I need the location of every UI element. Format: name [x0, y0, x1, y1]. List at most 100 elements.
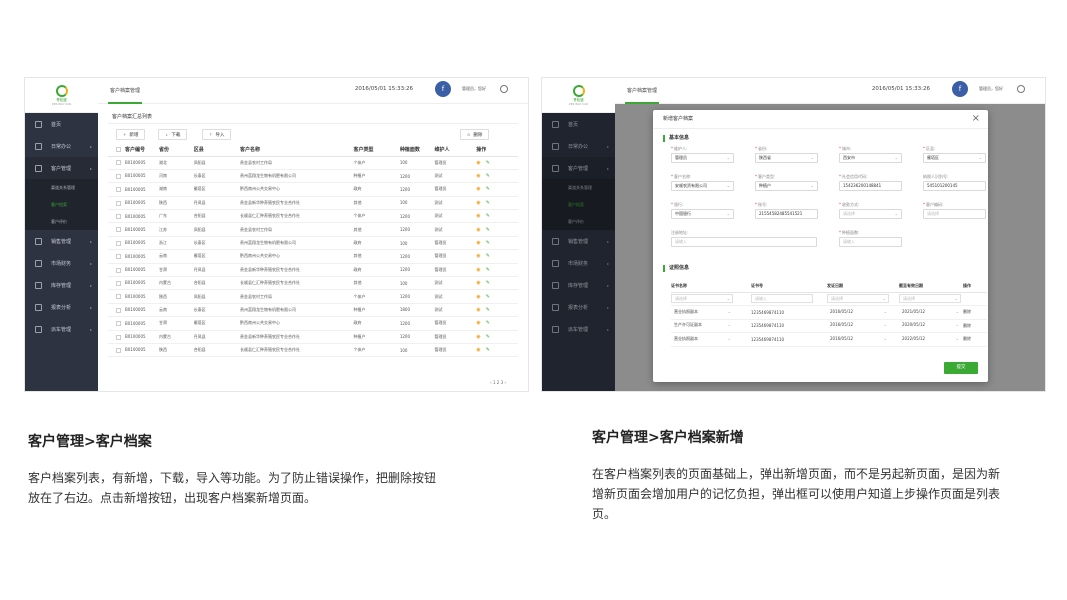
cert-number-input[interactable]: 请输入 [751, 294, 813, 304]
edit-icon[interactable]: ✎ [486, 227, 490, 233]
select-field[interactable]: 雁塔区 ⌄ [923, 153, 986, 163]
edit-icon[interactable]: ✎ [486, 240, 490, 246]
select-field[interactable]: 中国银行 ⌄ [671, 209, 734, 219]
sidebar-item-4[interactable]: 市场财务 ▸ [25, 252, 98, 274]
select-field[interactable]: 安顺农资有限公司 ⌄ [671, 181, 734, 191]
avatar[interactable]: f [952, 81, 968, 97]
edit-icon[interactable]: ✎ [486, 267, 490, 273]
edit-icon[interactable]: ✎ [486, 280, 490, 286]
edit-icon[interactable]: ✎ [486, 186, 490, 192]
edit-icon[interactable]: ✎ [486, 173, 490, 179]
cert-select[interactable]: 请选择 ⌄ [827, 294, 889, 304]
text-field[interactable]: 请输入 [839, 237, 902, 247]
date-picker[interactable]: 2020/05/12 ⌄ [899, 321, 961, 330]
edit-icon[interactable]: ✎ [486, 160, 490, 166]
table-row[interactable]: B0100005 内蒙古 合阳县 长顺县仁汇种养殖农民专业合作社 其他 100 测试 ◉ ✎ [108, 276, 518, 291]
row-checkbox[interactable] [116, 307, 121, 313]
select-all-checkbox[interactable] [116, 147, 121, 153]
table-row[interactable]: B0100005 云南 长泰区 贵州蓝翔龙生物有机肥有限公司 种植户 1800 测试 ◉ ✎ [108, 303, 518, 318]
edit-icon[interactable]: ✎ [486, 213, 490, 219]
cert-name-select[interactable]: 营业执照副本 ⌄ [671, 335, 733, 344]
select-field[interactable]: 陕西省 ⌄ [755, 153, 818, 163]
submenu-item[interactable]: 客户评价 [25, 213, 98, 230]
cert-delete-link[interactable]: 删除 [963, 323, 971, 328]
cert-select[interactable]: 请选择 ⌄ [671, 294, 733, 304]
row-checkbox[interactable] [116, 214, 121, 219]
cert-row[interactable]: 生产许可证副本 ⌄ 1235469874110 2016/05/12 ⌄ 2020/05/… [671, 319, 987, 333]
table-row[interactable]: B0100005 云南 雁塔区 黔西南州公共交易中心 其他 1200 管理员 ◉ ✎ [108, 249, 518, 264]
avatar[interactable]: f [435, 81, 451, 97]
close-icon[interactable]: × [972, 113, 980, 125]
sidebar-item-0[interactable]: 首页 [25, 113, 98, 135]
edit-icon[interactable]: ✎ [486, 294, 490, 300]
download-button[interactable]: ↓ 下载 [158, 129, 188, 140]
edit-icon[interactable]: ✎ [486, 200, 490, 206]
cert-name-select[interactable]: 生产许可证副本 ⌄ [671, 321, 733, 330]
submenu-item[interactable]: 渠道关系管理 [25, 179, 98, 196]
table-row[interactable]: B0100005 湖南 雁塔区 黔西南州公共交易中心 政府 1200 管理员 ◉ ✎ [108, 182, 518, 197]
table-row[interactable]: B0100005 河南 长泰区 贵州蓝翔龙生物有机肥有限公司 种植户 1200 测试 ◉ ✎ [108, 169, 518, 184]
select-field[interactable]: 管理员 ⌄ [671, 153, 734, 163]
table-row[interactable]: B0100005 湖北 凤阳县 贵金县农村工作局 个体户 100 管理员 ◉ ✎ [108, 156, 518, 170]
edit-icon[interactable]: ✎ [486, 347, 490, 353]
edit-icon[interactable]: ✎ [486, 253, 490, 259]
select-field[interactable]: 西安市 ⌄ [839, 153, 902, 163]
sidebar-item-1[interactable]: 日常办公 ▸ [25, 135, 98, 157]
row-checkbox[interactable] [116, 294, 121, 300]
table-row[interactable]: B0100005 江苏 凤阳县 贵金县农村工作局 其他 1200 测试 ◉ ✎ [108, 222, 518, 237]
sidebar-item-2[interactable]: 客户管理 ▸ [25, 157, 98, 179]
table-row[interactable]: B0100005 浙江 长泰区 贵州蓝翔龙生物有机肥有限公司 政府 100 管理员 ◉ ✎ [108, 236, 518, 251]
power-icon[interactable] [1017, 85, 1025, 93]
row-checkbox[interactable] [116, 321, 121, 327]
row-checkbox[interactable] [116, 173, 121, 179]
table-row[interactable]: B0100005 陕西 丹凤县 贵金县新华种养殖农民专业合作社 其他 100 测试 ◉ ✎ [108, 196, 518, 211]
cert-delete-link[interactable]: 删除 [963, 336, 971, 341]
sidebar-item-5[interactable]: 库存管理 ▸ [25, 274, 98, 296]
cert-name-select[interactable]: 营业执照副本 ⌄ [671, 308, 733, 317]
table-row[interactable]: B0100005 内蒙古 丹凤县 贵金县新华种养殖农民专业合作社 种植户 1200 管理员 ◉… [108, 330, 518, 344]
table-row[interactable]: B0100005 广东 合阳县 长顺县仁汇种养殖农民专业合作社 个体户 1200 测试 ◉ ✎ [108, 209, 518, 224]
row-checkbox[interactable] [116, 334, 121, 340]
date-picker[interactable]: 2016/05/12 ⌄ [827, 321, 889, 330]
row-checkbox[interactable] [116, 200, 121, 206]
select-field[interactable]: 种植户 ⌄ [755, 181, 818, 191]
date-picker[interactable]: 2016/05/12 ⌄ [827, 308, 889, 317]
row-checkbox[interactable] [116, 240, 121, 246]
edit-icon[interactable]: ✎ [486, 334, 490, 340]
date-picker[interactable]: 2016/05/12 ⌄ [827, 335, 889, 344]
text-field[interactable]: 154236200148841 [839, 181, 902, 191]
table-row[interactable]: B0100005 陕西 合阳县 长顺县仁汇种养殖农民专业合作社 个体户 100 管理员 ◉ ✎ [108, 343, 518, 358]
sidebar-item-3[interactable]: 销售管理 ▸ [25, 230, 98, 252]
text-field[interactable]: 545101200145 [923, 181, 986, 191]
cert-row[interactable]: 营业执照副本 ⌄ 1235469874110 2016/05/12 ⌄ 2022/05/1… [671, 332, 987, 347]
sidebar-item-7[interactable]: 派车管理 ▸ [25, 318, 98, 340]
cert-row[interactable]: 营业执照副本 ⌄ 1235469874110 2016/05/12 ⌄ 2021/05/1… [671, 305, 987, 320]
text-field[interactable]: 请输入 [671, 237, 817, 247]
row-checkbox[interactable] [116, 160, 121, 166]
text-field[interactable]: 请选择 [923, 209, 986, 219]
tab-customer-archive[interactable]: 客户档案管理 [108, 78, 143, 104]
cert-delete-link[interactable]: 删除 [963, 309, 971, 314]
delete-button[interactable]: ⊖ 删除 [460, 129, 490, 140]
power-icon[interactable] [500, 85, 508, 93]
date-picker[interactable]: 2021/05/12 ⌄ [899, 308, 961, 317]
tab-customer-archive[interactable]: 客户档案管理 [625, 78, 660, 104]
add-button[interactable]: + 新增 [116, 129, 146, 140]
import-button[interactable]: ↑ 导入 [202, 129, 232, 140]
table-row[interactable]: B0100005 陕西 凤阳县 贵金县农村工作局 个体户 1200 测试 ◉ ✎ [108, 289, 518, 304]
cert-select[interactable]: 请选择 ⌄ [899, 294, 961, 304]
row-checkbox[interactable] [116, 347, 121, 353]
row-checkbox[interactable] [116, 267, 121, 273]
submit-button[interactable]: 提交 [944, 362, 978, 374]
row-checkbox[interactable] [116, 254, 121, 260]
select-field[interactable]: 请选择 ⌄ [839, 209, 902, 219]
table-row[interactable]: B0100005 甘肃 雁塔区 黔西南州公共交易中心 政府 1200 管理员 ◉ ✎ [108, 316, 518, 331]
row-checkbox[interactable] [116, 227, 121, 233]
edit-icon[interactable]: ✎ [486, 320, 490, 326]
submenu-item[interactable]: 客户档案 [25, 196, 98, 213]
pagination[interactable]: ‹ 1 2 3 › [490, 380, 506, 385]
text-field[interactable]: 21554582485541521 [755, 209, 818, 219]
edit-icon[interactable]: ✎ [486, 307, 490, 313]
sidebar-item-6[interactable]: 报表分析 ▸ [25, 296, 98, 318]
table-row[interactable]: B0100005 甘肃 丹凤县 贵金县新华种养殖农民专业合作社 政府 1200 管理员 ◉ ✎ [108, 263, 518, 278]
